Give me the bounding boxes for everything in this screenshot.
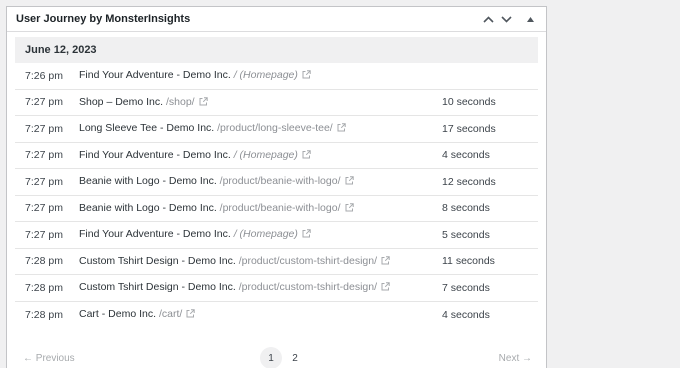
time-on-page: 17 seconds — [442, 122, 496, 135]
journey-row: 7:27 pm Beanie with Logo - Demo Inc. /pro… — [15, 169, 538, 196]
panel-title: User Journey by MonsterInsights — [16, 13, 191, 25]
external-link-icon[interactable] — [345, 203, 354, 215]
page-number-button[interactable]: 2 — [284, 347, 306, 368]
page-path-link[interactable]: /product/beanie-with-logo/ — [220, 202, 341, 214]
journey-table: 7:26 pm Find Your Adventure - Demo Inc. /… — [15, 63, 538, 328]
external-link-icon[interactable] — [381, 282, 390, 294]
page-path-link[interactable]: /shop/ — [166, 96, 195, 108]
page-cell: Custom Tshirt Design - Demo Inc. /produc… — [79, 255, 442, 268]
visit-time: 7:28 pm — [25, 281, 63, 294]
pagination: ← Previous 12 Next → — [7, 347, 546, 368]
visit-time: 7:27 pm — [25, 228, 63, 241]
journey-row: 7:27 pm Find Your Adventure - Demo Inc. /… — [15, 222, 538, 249]
page-cell: Beanie with Logo - Demo Inc. /product/be… — [79, 175, 442, 188]
chevron-down-icon[interactable] — [498, 11, 514, 27]
page-title: Find Your Adventure - Demo Inc. — [79, 228, 231, 241]
time-on-page: 12 seconds — [442, 175, 496, 188]
page-title: Beanie with Logo - Demo Inc. — [79, 175, 217, 188]
external-link-icon[interactable] — [302, 150, 311, 162]
page-path-link[interactable]: /product/beanie-with-logo/ — [220, 175, 341, 187]
page-cell: Find Your Adventure - Demo Inc. / (Homep… — [79, 228, 442, 241]
external-link-icon[interactable] — [302, 70, 311, 82]
external-link-icon[interactable] — [345, 176, 354, 188]
time-on-page: 7 seconds — [442, 281, 490, 294]
journey-row: 7:27 pm Find Your Adventure - Demo Inc. /… — [15, 143, 538, 169]
visit-time: 7:28 pm — [25, 308, 63, 321]
page-title: Beanie with Logo - Demo Inc. — [79, 201, 217, 214]
page-cell: Find Your Adventure - Demo Inc. / (Homep… — [79, 149, 442, 162]
page-path-link[interactable]: /product/long-sleeve-tee/ — [217, 122, 333, 134]
page-cell: Find Your Adventure - Demo Inc. / (Homep… — [79, 69, 442, 82]
visit-time: 7:27 pm — [25, 122, 63, 135]
journey-date: June 12, 2023 — [15, 37, 538, 63]
page-title: Custom Tshirt Design - Demo Inc. — [79, 281, 236, 294]
visit-time: 7:26 pm — [25, 69, 63, 82]
journey-row: 7:26 pm Find Your Adventure - Demo Inc. /… — [15, 63, 538, 90]
time-on-page: 4 seconds — [442, 149, 490, 162]
external-link-icon[interactable] — [337, 123, 346, 135]
external-link-icon[interactable] — [381, 256, 390, 268]
visit-time: 7:28 pm — [25, 255, 63, 268]
journey-row: 7:28 pm Custom Tshirt Design - Demo Inc. … — [15, 249, 538, 275]
page-path-link[interactable]: /product/custom-tshirt-design/ — [239, 255, 377, 267]
panel-header: User Journey by MonsterInsights — [7, 7, 546, 32]
journey-row: 7:27 pm Shop – Demo Inc. /shop/10 seconds — [15, 90, 538, 116]
external-link-icon[interactable] — [302, 229, 311, 241]
page-title: Custom Tshirt Design - Demo Inc. — [79, 254, 236, 267]
page-path-link[interactable]: / (Homepage) — [234, 228, 298, 240]
page-path-link[interactable]: /product/custom-tshirt-design/ — [239, 281, 377, 293]
previous-page-button[interactable]: ← Previous — [23, 353, 75, 364]
page-title: Shop – Demo Inc. — [79, 95, 164, 108]
journey-row: 7:27 pm Beanie with Logo - Demo Inc. /pro… — [15, 196, 538, 222]
user-journey-panel: User Journey by MonsterInsights June 12,… — [6, 6, 547, 368]
page-cell: Beanie with Logo - Demo Inc. /product/be… — [79, 202, 442, 215]
journey-row: 7:27 pm Long Sleeve Tee - Demo Inc. /prod… — [15, 116, 538, 143]
collapse-triangle-icon[interactable] — [522, 11, 538, 27]
page-path-link[interactable]: / (Homepage) — [234, 69, 298, 81]
visit-time: 7:27 pm — [25, 175, 63, 188]
page-title: Find Your Adventure - Demo Inc. — [79, 148, 231, 161]
page-cell: Custom Tshirt Design - Demo Inc. /produc… — [79, 281, 442, 294]
time-on-page: 4 seconds — [442, 308, 490, 321]
page-path-link[interactable]: / (Homepage) — [234, 149, 298, 161]
visit-time: 7:27 pm — [25, 149, 63, 162]
page-number-button[interactable]: 1 — [260, 347, 282, 368]
chevron-up-icon[interactable] — [480, 11, 496, 27]
visit-time: 7:27 pm — [25, 96, 63, 109]
journey-row: 7:28 pm Cart - Demo Inc. /cart/4 seconds — [15, 302, 538, 329]
time-on-page: 5 seconds — [442, 228, 490, 241]
page-cell: Cart - Demo Inc. /cart/ — [79, 308, 442, 321]
page-title: Long Sleeve Tee - Demo Inc. — [79, 122, 215, 135]
next-page-button[interactable]: Next → — [499, 353, 532, 364]
page-numbers: 12 — [260, 347, 306, 368]
external-link-icon[interactable] — [186, 309, 195, 321]
page-cell: Shop – Demo Inc. /shop/ — [79, 96, 442, 109]
time-on-page: 8 seconds — [442, 202, 490, 215]
time-on-page: 10 seconds — [442, 96, 496, 109]
page-cell: Long Sleeve Tee - Demo Inc. /product/lon… — [79, 122, 442, 135]
page-title: Find Your Adventure - Demo Inc. — [79, 69, 231, 82]
external-link-icon[interactable] — [199, 97, 208, 109]
journey-row: 7:28 pm Custom Tshirt Design - Demo Inc. … — [15, 275, 538, 302]
page-title: Cart - Demo Inc. — [79, 308, 157, 321]
page-path-link[interactable]: /cart/ — [159, 308, 182, 320]
time-on-page: 11 seconds — [442, 255, 495, 268]
visit-time: 7:27 pm — [25, 202, 63, 215]
